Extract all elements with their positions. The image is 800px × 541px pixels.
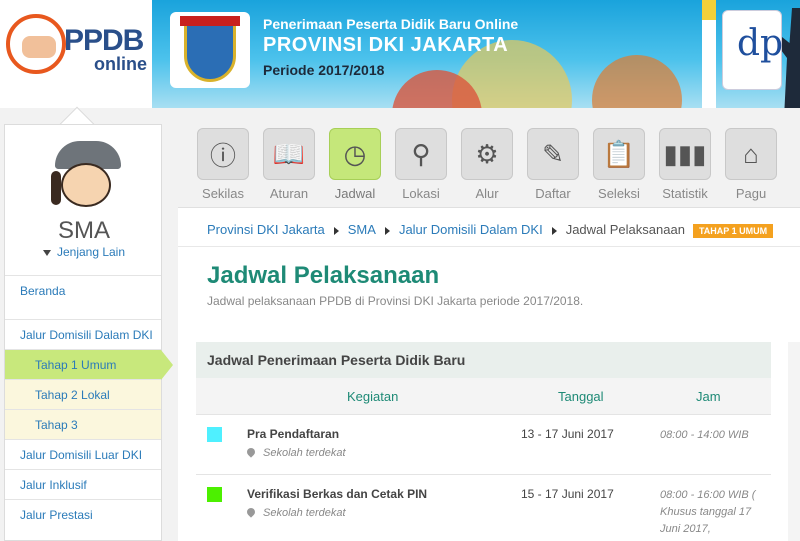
nav-lokasi[interactable]: ⚲ Lokasi xyxy=(395,128,447,201)
bar-chart-icon: ▮▮▮ xyxy=(659,128,711,180)
home-icon: ⌂ xyxy=(725,128,777,180)
table-row: Pra Pendaftaran Sekolah terdekat 13 - 17… xyxy=(196,414,771,474)
header-period: Periode 2017/2018 xyxy=(263,62,385,78)
sidebar-item-tahap-2-lokal[interactable]: Tahap 2 Lokal xyxy=(5,379,161,409)
activity-location: Sekolah terdekat xyxy=(245,446,346,459)
main-content: ⓘ Sekilas 📖 Aturan ◷ Jadwal ⚲ Lokasi ⚙ A… xyxy=(178,116,800,541)
info-icon: ⓘ xyxy=(197,128,249,180)
nav-label: Seleksi xyxy=(598,186,640,201)
sidebar-item-jalur-domisili-luar-dki[interactable]: Jalur Domisili Luar DKI xyxy=(5,439,161,469)
level-label: SMA xyxy=(57,217,110,244)
caret-down-icon xyxy=(42,249,51,256)
page-subtitle: Jadwal pelaksanaan PPDB di Provinsi DKI … xyxy=(207,294,584,308)
student-avatar xyxy=(49,141,123,215)
map-pin-icon xyxy=(245,446,257,458)
breadcrumb-link[interactable]: Jalur Domisili Dalam DKI xyxy=(399,222,543,237)
activity-name: Verifikasi Berkas dan Cetak PIN xyxy=(247,487,428,501)
page: PPDB online Penerimaan Peserta Didik Bar… xyxy=(0,0,800,541)
map-pin-icon: ⚲ xyxy=(395,128,447,180)
column-header-tanggal: Tanggal xyxy=(558,389,604,404)
dpr-logo: dp xyxy=(722,10,784,90)
activity-time: 08:00 - 16:00 WIB ( Khusus tanggal 17 Ju… xyxy=(660,489,756,535)
scrollbar[interactable] xyxy=(788,342,800,541)
activity-name: Pra Pendaftaran xyxy=(247,427,340,441)
sidebar-menu: Beranda Jalur Domisili Dalam DKI Tahap 1… xyxy=(5,275,173,529)
sidebar-item-beranda[interactable]: Beranda xyxy=(5,275,161,305)
page-title: Jadwal Pelaksanaan xyxy=(207,262,440,289)
breadcrumb-current: Jadwal Pelaksanaan xyxy=(565,222,685,237)
schedule-table: Jadwal Penerimaan Peserta Didik Baru Keg… xyxy=(196,342,771,541)
clipboard-icon: 📋 xyxy=(593,128,645,180)
nav-label: Daftar xyxy=(535,186,571,201)
stage-badge: TAHAP 1 UMUM xyxy=(692,223,774,238)
status-color-swatch xyxy=(207,427,222,442)
breadcrumb: Provinsi DKI Jakarta SMA Jalur Domisili Da… xyxy=(207,222,774,238)
chevron-right-icon xyxy=(384,226,390,235)
location-text: Sekolah terdekat xyxy=(263,507,346,519)
status-color-swatch xyxy=(207,487,222,502)
location-text: Sekolah terdekat xyxy=(263,447,346,459)
book-icon: 📖 xyxy=(263,128,315,180)
nav-seleksi[interactable]: 📋 Seleksi xyxy=(593,128,645,201)
monas-monument xyxy=(702,0,716,108)
dpr-mark: dp xyxy=(737,23,784,64)
activity-location: Sekolah terdekat xyxy=(245,506,346,519)
nav-jadwal[interactable]: ◷ Jadwal xyxy=(329,128,381,201)
nav-aturan[interactable]: 📖 Aturan xyxy=(263,128,315,201)
nav-pagu[interactable]: ⌂ Pagu xyxy=(725,128,777,201)
activity-date: 15 - 17 Juni 2017 xyxy=(521,487,614,501)
sidebar-item-tahap-1-umum[interactable]: Tahap 1 Umum xyxy=(5,349,173,380)
nav-label: Lokasi xyxy=(402,186,440,201)
pencil-icon: ✎ xyxy=(527,128,579,180)
logo-emblem xyxy=(6,14,66,74)
logo-sub-text: online xyxy=(94,54,147,74)
activity-time: 08:00 - 14:00 WIB xyxy=(660,429,749,441)
nav-label: Pagu xyxy=(735,186,767,201)
sidebar-item-jalur-domisili-dalam-dki[interactable]: Jalur Domisili Dalam DKI xyxy=(5,319,161,349)
breadcrumb-link[interactable]: SMA xyxy=(348,222,376,237)
logo-main-text: PPDB xyxy=(64,24,144,57)
ppdb-logo[interactable]: PPDB online xyxy=(0,0,152,108)
nav-label: Alur xyxy=(475,186,499,201)
sidebar: SMA Jenjang Lain Beranda Jalur Domisili … xyxy=(4,124,173,541)
nav-alur[interactable]: ⚙ Alur xyxy=(461,128,513,201)
chevron-right-icon xyxy=(551,226,557,235)
nav-statistik[interactable]: ▮▮▮ Statistik xyxy=(659,128,711,201)
column-headers: Kegiatan Tanggal Jam xyxy=(196,378,771,414)
nav-label: Statistik xyxy=(662,186,708,201)
switch-level-link[interactable]: Jenjang Lain xyxy=(5,245,163,259)
chevron-right-icon xyxy=(333,226,339,235)
activity-date: 13 - 17 Juni 2017 xyxy=(521,427,614,441)
nav-label: Jadwal xyxy=(334,186,376,201)
map-pin-icon xyxy=(245,506,257,518)
header-title: PROVINSI DKI JAKARTA xyxy=(263,34,509,56)
sidebar-item-jalur-prestasi[interactable]: Jalur Prestasi xyxy=(5,499,161,529)
clock-icon: ◷ xyxy=(329,128,381,180)
schedule-heading: Jadwal Penerimaan Peserta Didik Baru xyxy=(196,342,771,378)
divider xyxy=(178,246,800,247)
sidebar-item-jalur-inklusif[interactable]: Jalur Inklusif xyxy=(5,469,161,499)
column-header-jam: Jam xyxy=(696,389,721,404)
jakarta-seal xyxy=(170,12,250,88)
nav-label: Aturan xyxy=(269,186,309,201)
nav-daftar[interactable]: ✎ Daftar xyxy=(527,128,579,201)
header-subtitle: Penerimaan Peserta Didik Baru Online xyxy=(263,16,519,32)
flow-icon: ⚙ xyxy=(461,128,513,180)
table-row: Verifikasi Berkas dan Cetak PIN Sekolah … xyxy=(196,474,771,541)
section-nav: ⓘ Sekilas 📖 Aturan ◷ Jadwal ⚲ Lokasi ⚙ A… xyxy=(178,116,800,208)
nav-label: Sekilas xyxy=(202,186,244,201)
nav-sekilas[interactable]: ⓘ Sekilas xyxy=(197,128,249,201)
sidebar-item-tahap-3[interactable]: Tahap 3 xyxy=(5,409,161,439)
site-header: PPDB online Penerimaan Peserta Didik Bar… xyxy=(0,0,800,108)
switch-level-label: Jenjang Lain xyxy=(56,245,126,259)
column-header-kegiatan: Kegiatan xyxy=(347,389,399,404)
breadcrumb-link[interactable]: Provinsi DKI Jakarta xyxy=(207,222,325,237)
